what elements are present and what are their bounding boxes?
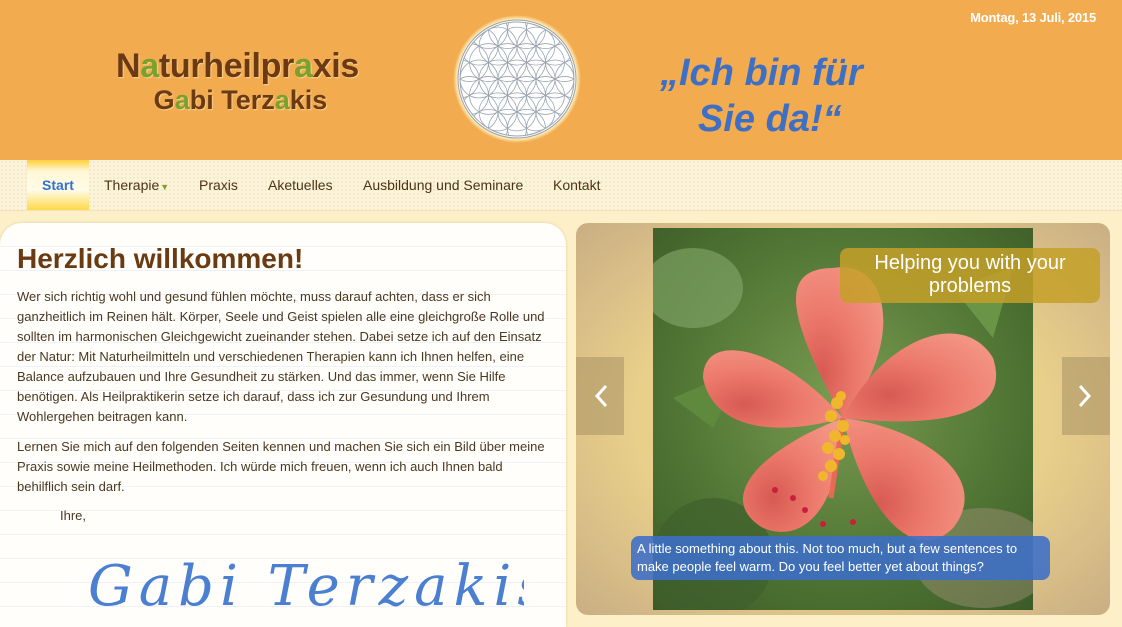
site-brand[interactable]: Naturheilpraxis Gabi Terzakis <box>90 48 385 116</box>
chevron-right-icon <box>1078 384 1092 408</box>
brand-line-1: Naturheilpraxis <box>115 47 360 85</box>
slogan-line-2: Sie da!“ <box>698 98 842 140</box>
slide-caption-text: A little something about this. Not too m… <box>631 536 1050 580</box>
svg-text:Gabi Terzakis: Gabi Terzakis <box>88 554 524 619</box>
nav-item-aketuelles[interactable]: Aketuelles <box>268 160 333 210</box>
nav-item-therapie[interactable]: Therapie▼ <box>104 160 169 210</box>
greeting: Ihre, <box>60 508 87 523</box>
welcome-article: Herzlich willkommen! Wer sich richtig wo… <box>0 223 566 627</box>
page-title: Herzlich willkommen! <box>17 243 304 274</box>
nav-item-kontakt[interactable]: Kontakt <box>553 160 600 210</box>
nav-item-ausbildung-und-seminare[interactable]: Ausbildung und Seminare <box>363 160 523 210</box>
brand-line-2: Gabi Terzakis <box>153 85 328 115</box>
nav-item-start[interactable]: Start <box>27 160 89 210</box>
current-date: Montag, 13 Juli, 2015 <box>970 10 1096 25</box>
caret-down-icon: ▼ <box>160 182 170 192</box>
nav-item-praxis[interactable]: Praxis <box>199 160 238 210</box>
handwritten-signature: Gabi Terzakis <box>88 554 524 619</box>
slider-prev-button[interactable] <box>576 357 624 435</box>
slide-caption-title: Helping you with your problems <box>840 248 1100 303</box>
site-header: Montag, 13 Juli, 2015 Naturheilpraxis Ga… <box>0 0 1122 160</box>
chevron-left-icon <box>594 384 608 408</box>
second-paragraph: Lernen Sie mich auf den folgenden Seiten… <box>17 439 545 494</box>
slogan-line-1: „Ich bin für <box>660 52 863 94</box>
slider-next-button[interactable] <box>1062 357 1110 435</box>
slogan: „Ich bin für Sie da!“ <box>660 50 920 142</box>
image-slider: Helping you with your problems A little … <box>576 223 1110 615</box>
flower-of-life-logo[interactable] <box>452 14 582 144</box>
main-navigation: Start Therapie▼ Praxis Aketuelles Ausbil… <box>0 160 1122 211</box>
intro-paragraph: Wer sich richtig wohl und gesund fühlen … <box>17 289 545 424</box>
